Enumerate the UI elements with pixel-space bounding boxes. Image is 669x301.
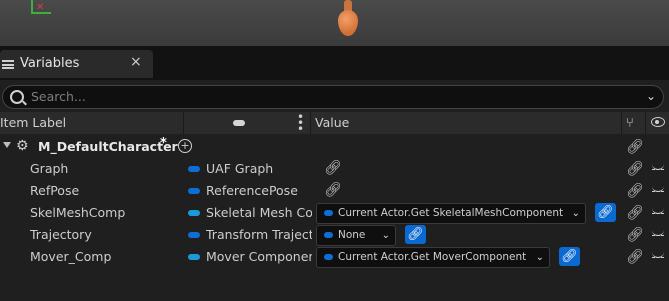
eye-closed-icon[interactable] <box>652 252 664 258</box>
root-name: M_DefaultCharacter <box>38 139 178 154</box>
variable-type[interactable]: ReferencePose <box>206 183 312 198</box>
add-variable-icon[interactable]: + <box>178 139 192 153</box>
eye-closed-icon[interactable] <box>652 164 664 170</box>
link-icon[interactable]: 🔗︎ <box>626 249 644 265</box>
binding-button[interactable]: 🔗︎ <box>595 203 616 222</box>
root-row[interactable]: ⚙ M_DefaultCharacter * + 🔗︎ <box>0 136 669 158</box>
collapse-caret-icon[interactable] <box>3 142 11 148</box>
tab-bar: Variables × <box>0 46 669 80</box>
variable-row[interactable]: Mover_Comp Mover Component Current Actor… <box>0 246 669 268</box>
eye-icon[interactable] <box>651 117 665 127</box>
column-header: Item Label • • • Value ⑂ <box>0 111 669 135</box>
type-pill-icon <box>188 254 200 260</box>
gizmo-axis-x-icon: ✕ <box>36 2 45 13</box>
variable-row[interactable]: SkelMeshComp Skeletal Mesh Con Current A… <box>0 202 669 224</box>
value-dropdown[interactable]: Current Actor.Get MoverComponent ⌄ <box>316 247 550 268</box>
link-icon[interactable]: 🔗︎ <box>324 182 342 198</box>
variable-row[interactable]: Graph UAF Graph 🔗︎ 🔗︎ <box>0 158 669 180</box>
type-column-icon[interactable] <box>233 120 245 126</box>
variable-name: Graph <box>30 161 69 176</box>
tab-label: Variables <box>20 56 80 71</box>
eye-closed-icon[interactable] <box>652 186 664 192</box>
dropdown-value: None <box>338 229 366 241</box>
column-divider[interactable] <box>310 112 311 134</box>
link-icon[interactable]: 🔗︎ <box>324 160 342 176</box>
variable-type[interactable]: Mover Component <box>206 249 312 264</box>
variable-name: RefPose <box>30 183 80 198</box>
column-divider[interactable] <box>645 112 646 134</box>
binding-button[interactable]: 🔗︎ <box>405 225 426 244</box>
dropdown-value: Current Actor.Get SkeletalMeshComponent <box>338 207 564 219</box>
binding-button[interactable]: 🔗︎ <box>559 247 580 266</box>
variable-type[interactable]: UAF Graph <box>206 161 312 176</box>
more-options-icon[interactable]: • • • <box>297 111 304 135</box>
value-dropdown[interactable]: Current Actor.Get SkeletalMeshComponent ⌄ <box>316 203 586 224</box>
link-icon[interactable]: 🔗︎ <box>626 183 644 199</box>
chevron-down-icon: ⌄ <box>571 208 580 219</box>
variables-panel: ⌄ Item Label ••• Value ⑂ ⚙ M_DefaultChar… <box>0 80 669 301</box>
variable-type[interactable]: Skeletal Mesh Con <box>206 205 312 220</box>
value-header[interactable]: Value <box>315 115 349 130</box>
column-divider[interactable] <box>621 112 622 134</box>
eye-closed-icon[interactable] <box>652 230 664 236</box>
chevron-down-icon[interactable]: ⌄ <box>646 89 656 103</box>
column-divider[interactable] <box>183 112 184 134</box>
chevron-down-icon: ⌄ <box>535 252 544 263</box>
tab-variables[interactable]: Variables × <box>0 50 153 78</box>
eye-closed-icon[interactable] <box>652 208 664 214</box>
variable-row[interactable]: RefPose ReferencePose 🔗︎ 🔗︎ <box>0 180 669 202</box>
close-icon[interactable]: × <box>130 54 142 70</box>
branch-icon[interactable]: ⑂ <box>626 116 634 131</box>
type-pill-icon <box>188 210 200 216</box>
type-pill-icon <box>188 188 200 194</box>
variable-name: Mover_Comp <box>30 249 112 264</box>
link-icon[interactable]: 🔗︎ <box>626 161 644 177</box>
dropdown-value: Current Actor.Get MoverComponent <box>338 251 527 263</box>
type-pill-icon <box>188 166 200 172</box>
search-icon <box>10 90 24 104</box>
gear-icon: ⚙ <box>16 138 29 154</box>
chevron-down-icon: ⌄ <box>381 230 390 241</box>
variable-name: SkelMeshComp <box>30 205 126 220</box>
viewport-preview: ✕ <box>0 0 669 46</box>
item-label-header[interactable]: Item Label <box>0 115 66 130</box>
search-box: ⌄ <box>2 85 664 109</box>
variable-name: Trajectory <box>30 227 92 242</box>
value-dropdown[interactable]: None ⌄ <box>316 225 396 246</box>
hamburger-icon[interactable] <box>2 60 14 69</box>
search-input[interactable] <box>31 88 611 105</box>
type-pill-icon <box>188 232 200 238</box>
variable-type[interactable]: Transform Traject <box>206 227 312 242</box>
modified-marker: * <box>160 136 167 151</box>
link-icon[interactable]: 🔗︎ <box>626 139 644 155</box>
character-preview <box>338 0 358 36</box>
link-icon[interactable]: 🔗︎ <box>626 227 644 243</box>
link-icon[interactable]: 🔗︎ <box>626 205 644 221</box>
variable-row[interactable]: Trajectory Transform Traject None ⌄ 🔗︎ 🔗︎ <box>0 224 669 246</box>
